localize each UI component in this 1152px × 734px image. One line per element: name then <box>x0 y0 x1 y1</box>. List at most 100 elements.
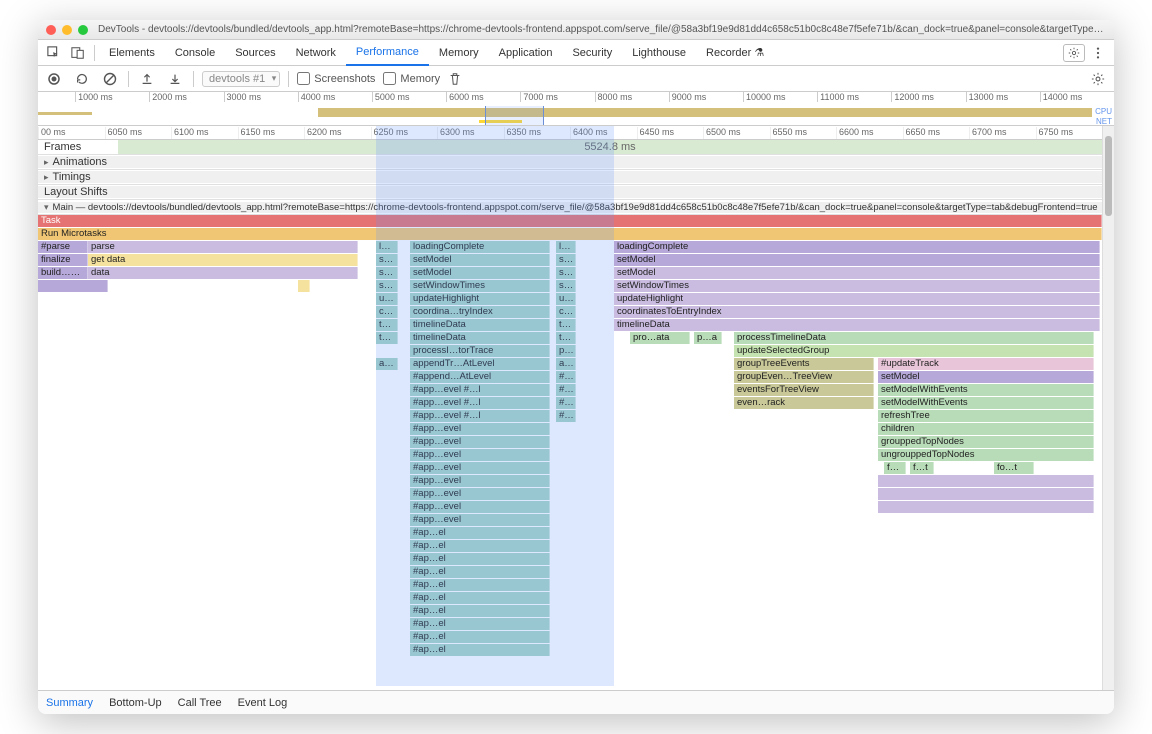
tab-lighthouse[interactable]: Lighthouse <box>622 41 696 65</box>
flame-entry[interactable]: s… <box>556 267 576 279</box>
flame-entry[interactable]: coordina…tryIndex <box>410 306 550 318</box>
flame-entry[interactable]: s… <box>376 280 398 292</box>
track-layout-shifts[interactable]: Layout Shifts <box>38 186 1102 198</box>
flame-entry[interactable]: grouppedTopNodes <box>878 436 1094 448</box>
flame-entry[interactable]: #ap…el <box>410 644 550 656</box>
flame-entry[interactable]: fo…t <box>994 462 1034 474</box>
profile-select[interactable]: devtools #1 <box>202 71 280 87</box>
flame-entry[interactable]: s… <box>556 254 576 266</box>
record-button[interactable] <box>44 69 64 89</box>
flame-entry[interactable]: setModel <box>410 267 550 279</box>
flame-entry[interactable]: groupTreeEvents <box>734 358 874 370</box>
flame-entry[interactable] <box>878 501 1094 513</box>
flame-entry[interactable]: get data <box>88 254 358 266</box>
gc-button[interactable] <box>448 72 462 86</box>
download-button[interactable] <box>165 69 185 89</box>
tab-memory[interactable]: Memory <box>429 41 489 65</box>
flame-entry[interactable]: #…l <box>556 384 576 396</box>
flame-entry[interactable]: #… <box>556 371 576 383</box>
flame-entry[interactable]: processI…torTrace <box>410 345 550 357</box>
flame-entry[interactable]: timelineData <box>410 319 550 331</box>
flame-entry[interactable]: #ap…el <box>410 592 550 604</box>
flame-entry[interactable] <box>878 488 1094 500</box>
flame-entry[interactable]: #ap…el <box>410 527 550 539</box>
flame-entry[interactable]: setModelWithEvents <box>878 384 1094 396</box>
flame-entry[interactable]: #app…evel <box>410 436 550 448</box>
vertical-scrollbar[interactable] <box>1102 126 1114 690</box>
flame-entry[interactable]: loadingComplete <box>410 241 550 253</box>
more-icon[interactable] <box>1086 41 1110 65</box>
perf-settings-icon[interactable] <box>1088 69 1108 89</box>
reload-record-button[interactable] <box>72 69 92 89</box>
inspect-icon[interactable] <box>42 41 66 65</box>
clear-button[interactable] <box>100 69 120 89</box>
flame-entry[interactable]: setWindowTimes <box>614 280 1100 292</box>
tab-summary[interactable]: Summary <box>46 697 93 709</box>
track-timings[interactable]: Timings <box>38 171 1102 183</box>
flame-entry[interactable]: #…l <box>556 397 576 409</box>
flame-entry[interactable]: setModel <box>878 371 1094 383</box>
flame-entry[interactable]: #ap…el <box>410 579 550 591</box>
flame-entry[interactable]: processTimelineData <box>734 332 1094 344</box>
tab-call-tree[interactable]: Call Tree <box>178 697 222 709</box>
flame-entry[interactable]: #…l <box>556 410 576 422</box>
flame-entry[interactable]: a… <box>556 358 576 370</box>
flame-entry[interactable]: setModel <box>410 254 550 266</box>
flame-entry[interactable]: data <box>88 267 358 279</box>
flame-entry[interactable]: refreshTree <box>878 410 1094 422</box>
tab-application[interactable]: Application <box>489 41 563 65</box>
tab-sources[interactable]: Sources <box>225 41 285 65</box>
flame-entry[interactable]: #append…AtLevel <box>410 371 550 383</box>
flame-entry[interactable]: timelineData <box>614 319 1100 331</box>
flame-entry[interactable]: #app…evel <box>410 462 550 474</box>
tab-event-log[interactable]: Event Log <box>238 697 288 709</box>
flame-entry[interactable] <box>38 280 108 292</box>
flame-entry[interactable]: s…l <box>376 267 398 279</box>
tab-recorder[interactable]: Recorder ⚗ <box>696 40 774 65</box>
memory-checkbox[interactable]: Memory <box>383 72 440 85</box>
flame-entry[interactable]: setWindowTimes <box>410 280 550 292</box>
minimize-icon[interactable] <box>62 25 72 35</box>
flame-entry[interactable]: children <box>878 423 1094 435</box>
flame-entry[interactable]: l… <box>556 241 576 253</box>
flame-entry[interactable]: s… <box>556 280 576 292</box>
track-animations[interactable]: Animations <box>38 156 1102 168</box>
flame-entry[interactable]: ungrouppedTopNodes <box>878 449 1094 461</box>
flame-entry[interactable]: finalize <box>38 254 88 266</box>
flame-entry[interactable]: #parse <box>38 241 88 253</box>
flame-entry[interactable]: #app…evel <box>410 475 550 487</box>
device-toggle-icon[interactable] <box>66 41 90 65</box>
flame-entry[interactable]: #app…evel <box>410 449 550 461</box>
flame-entry[interactable]: c… <box>376 306 398 318</box>
settings-icon[interactable] <box>1062 41 1086 65</box>
flame-entry[interactable]: p…a <box>694 332 722 344</box>
upload-button[interactable] <box>137 69 157 89</box>
flame-entry[interactable]: #ap…el <box>410 540 550 552</box>
flame-entry[interactable]: f… <box>884 462 906 474</box>
tab-performance[interactable]: Performance <box>346 40 429 66</box>
flame-entry[interactable]: even…rack <box>734 397 874 409</box>
tab-console[interactable]: Console <box>165 41 225 65</box>
flame-entry[interactable]: timelineData <box>410 332 550 344</box>
flame-entry[interactable]: #updateTrack <box>878 358 1094 370</box>
flame-entry[interactable]: t… <box>556 319 576 331</box>
flame-entry[interactable]: #app…evel <box>410 514 550 526</box>
track-frames[interactable]: Frames 5524.8 ms <box>38 140 1102 155</box>
tab-elements[interactable]: Elements <box>99 41 165 65</box>
flame-entry[interactable]: p… <box>556 345 576 357</box>
flame-entry[interactable]: u… <box>376 293 398 305</box>
flame-entry[interactable]: loadingComplete <box>614 241 1100 253</box>
flame-entry[interactable]: #ap…el <box>410 605 550 617</box>
flame-entry[interactable] <box>298 280 310 292</box>
flame-entry[interactable]: #app…evel #…l <box>410 410 550 422</box>
flame-entry[interactable]: #ap…el <box>410 631 550 643</box>
flame-entry[interactable]: #ap…el <box>410 553 550 565</box>
flame-entry[interactable]: #app…evel <box>410 501 550 513</box>
flame-entry[interactable]: setModel <box>614 254 1100 266</box>
overview-timeline[interactable]: 1000 ms2000 ms3000 ms4000 ms5000 ms6000 … <box>38 92 1114 126</box>
flame-entry[interactable]: setModelWithEvents <box>878 397 1094 409</box>
flame-entry[interactable]: appendTr…AtLevel <box>410 358 550 370</box>
flame-entry[interactable]: t… <box>556 332 576 344</box>
flame-entry[interactable]: eventsForTreeView <box>734 384 874 396</box>
flame-entry[interactable]: setModel <box>614 267 1100 279</box>
